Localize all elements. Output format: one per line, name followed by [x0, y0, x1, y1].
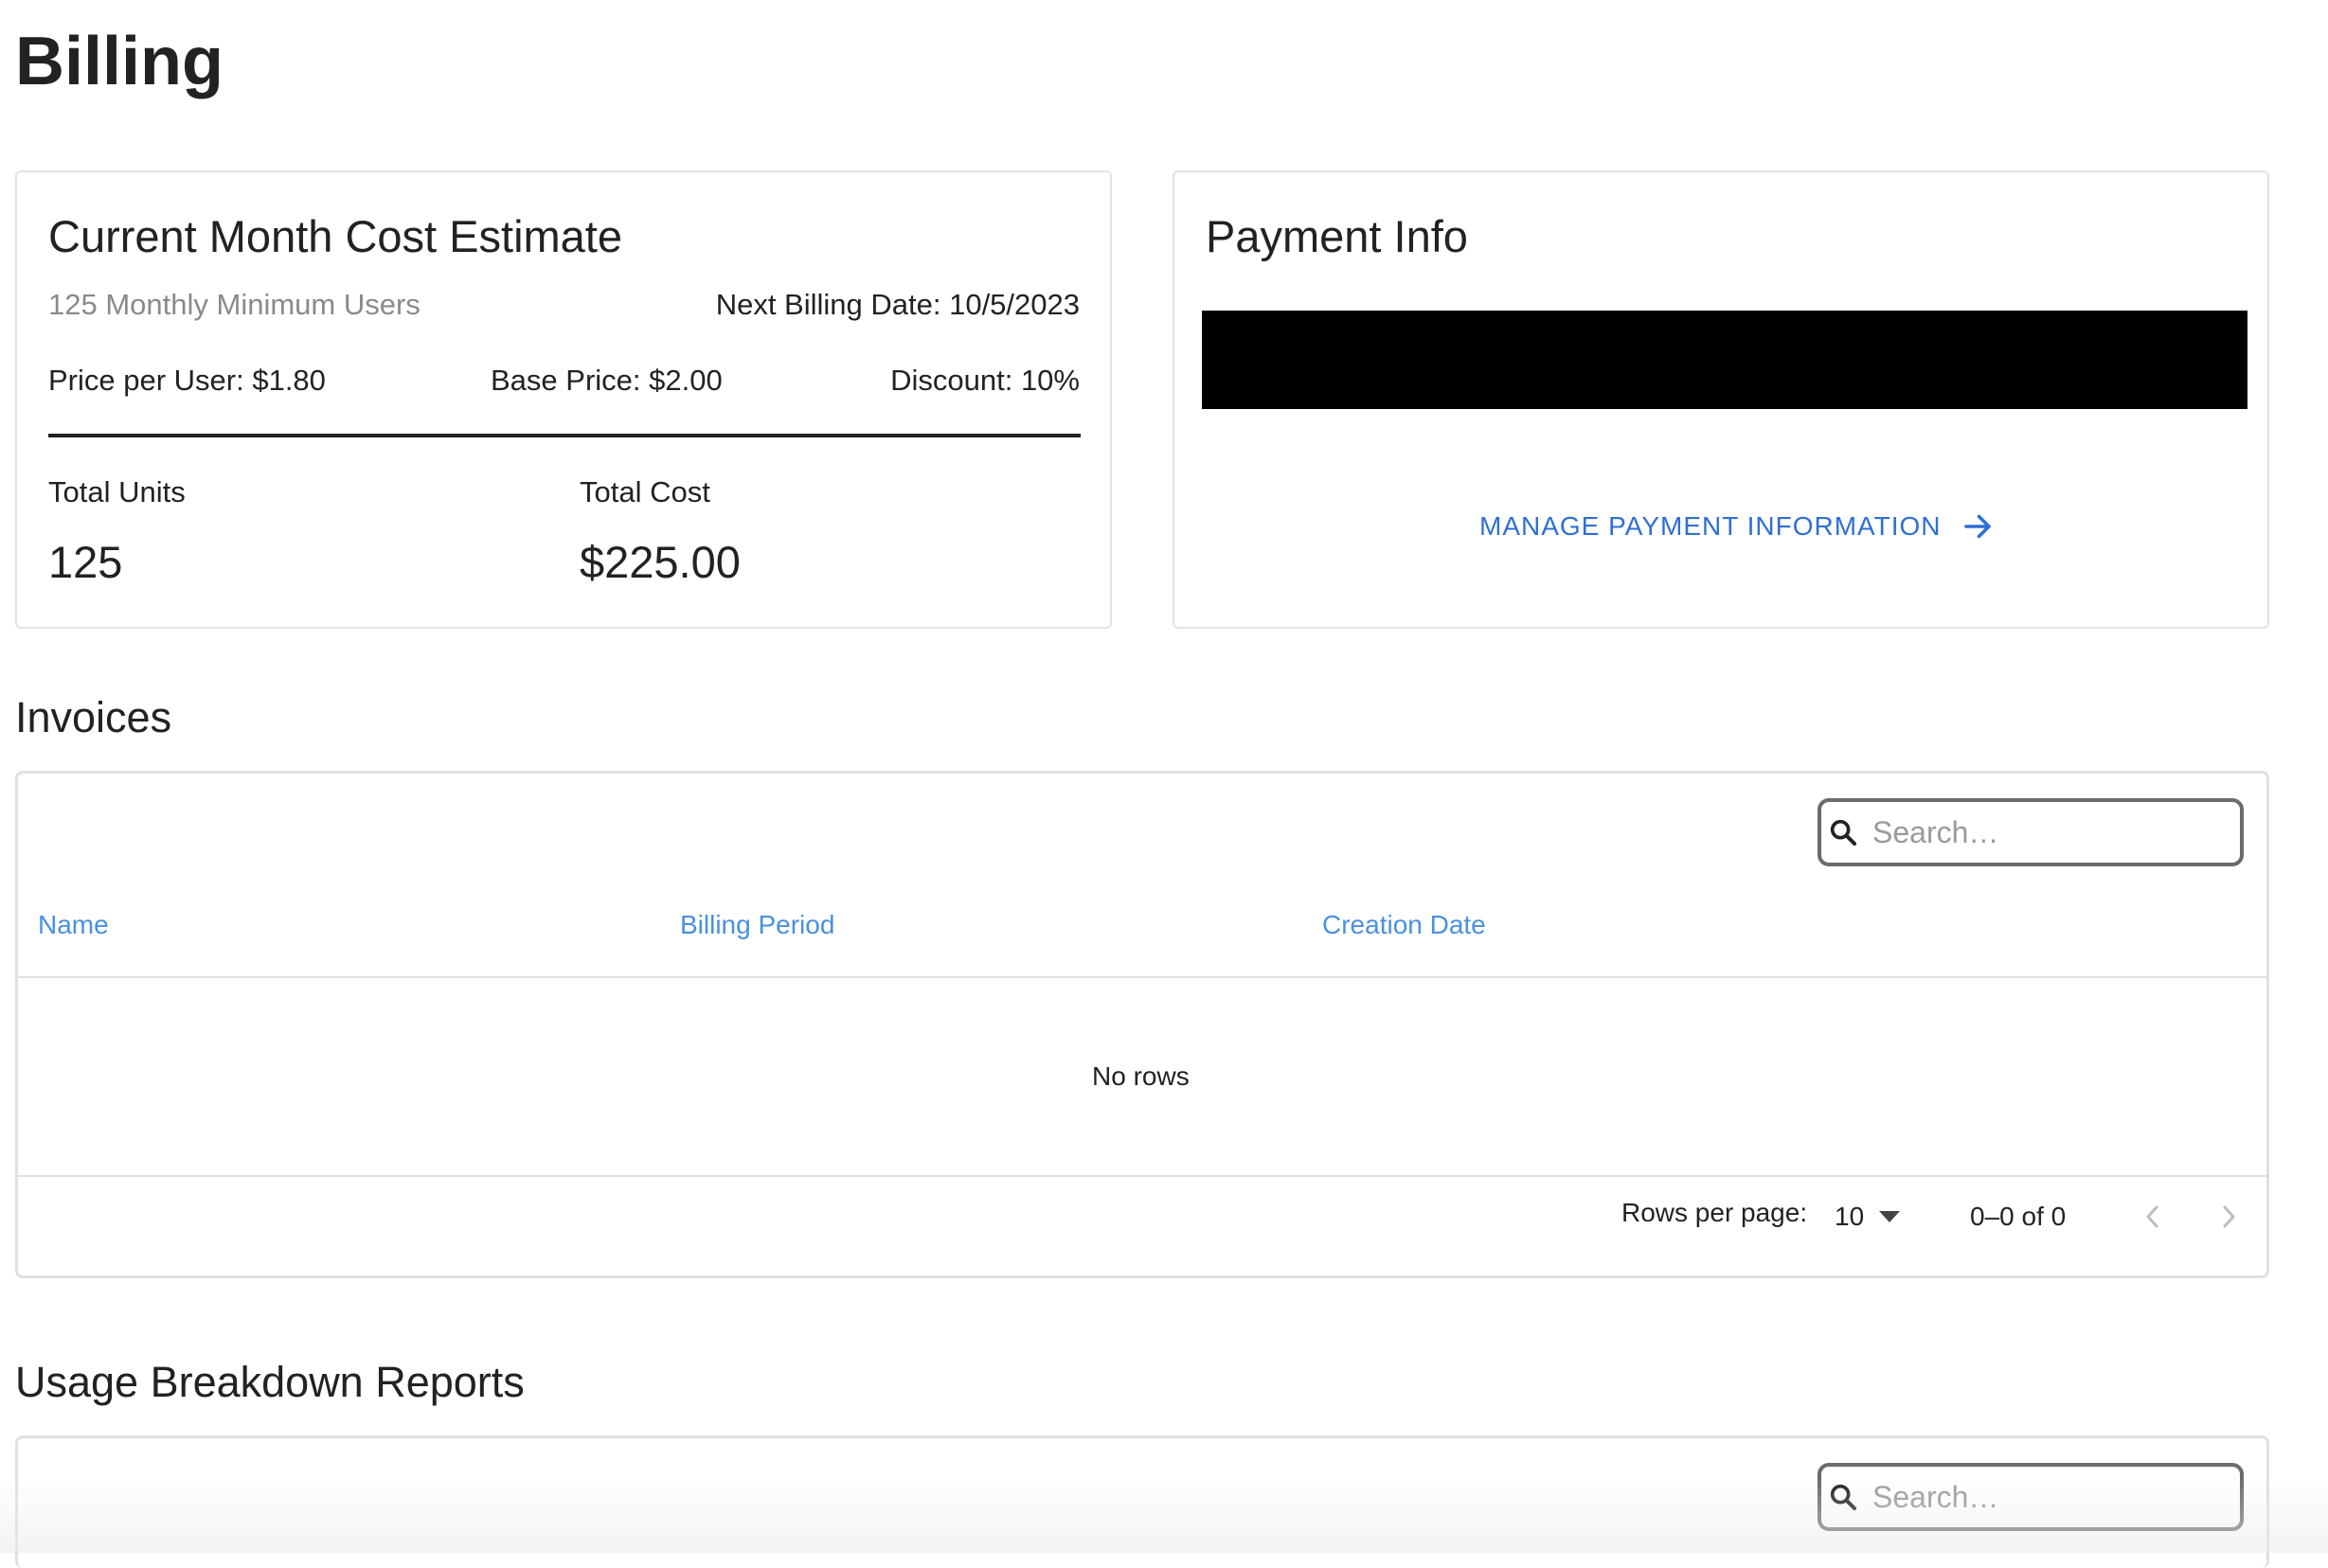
next-billing-date: Next Billing Date: 10/5/2023: [715, 288, 1080, 321]
discount: Discount: 10%: [890, 364, 1080, 397]
header-divider: [18, 976, 2266, 978]
usage-reports-table: [15, 1435, 2269, 1568]
total-cost-value: $225.00: [580, 537, 741, 587]
invoices-table: Name Billing Period Creation Date No row…: [15, 771, 2269, 1278]
price-per-user: Price per User: $1.80: [48, 364, 326, 397]
total-units-value: 125: [48, 537, 123, 587]
pagination-range: 0–0 of 0: [1970, 1202, 2067, 1231]
search-icon: [1830, 819, 1857, 846]
invoices-title: Invoices: [15, 693, 172, 741]
footer-divider: [18, 1175, 2266, 1177]
rows-per-page-label: Rows per page:: [1621, 1198, 1808, 1227]
arrow-right-icon: [1963, 514, 1991, 539]
total-cost-label: Total Cost: [580, 475, 710, 508]
invoices-search-input[interactable]: [1871, 813, 2215, 851]
chevron-right-icon[interactable]: [2217, 1202, 2240, 1232]
search-icon: [1830, 1484, 1857, 1511]
column-header-creation-date[interactable]: Creation Date: [1322, 910, 1486, 940]
payment-info-title: Payment Info: [1206, 211, 1468, 261]
triangle-down-icon: [1879, 1211, 1901, 1222]
usage-search-input[interactable]: [1871, 1478, 2215, 1516]
rows-per-page-select[interactable]: 10: [1835, 1202, 1901, 1232]
cost-estimate-title: Current Month Cost Estimate: [48, 211, 622, 261]
manage-payment-button[interactable]: MANAGE PAYMENT INFORMATION: [1479, 509, 1995, 543]
usage-search[interactable]: [1818, 1463, 2244, 1531]
total-units-label: Total Units: [48, 475, 186, 508]
no-rows-message: No rows: [1092, 1061, 1190, 1091]
chevron-left-icon[interactable]: [2141, 1202, 2164, 1232]
column-header-billing-period[interactable]: Billing Period: [680, 910, 834, 940]
minimum-users-text: 125 Monthly Minimum Users: [48, 288, 421, 321]
payment-info-card: Payment Info MANAGE PAYMENT INFORMATION: [1173, 170, 2269, 629]
cost-divider: [48, 434, 1081, 437]
column-header-name[interactable]: Name: [38, 910, 109, 940]
usage-reports-title: Usage Breakdown Reports: [15, 1358, 525, 1406]
redacted-payment-details: [1202, 311, 2247, 409]
rows-per-page-value: 10: [1835, 1202, 1865, 1231]
page-title: Billing: [15, 24, 224, 99]
invoices-search[interactable]: [1818, 798, 2244, 866]
base-price: Base Price: $2.00: [491, 364, 723, 397]
manage-payment-label: MANAGE PAYMENT INFORMATION: [1479, 511, 1942, 541]
cost-estimate-card: Current Month Cost Estimate 125 Monthly …: [15, 170, 1112, 629]
